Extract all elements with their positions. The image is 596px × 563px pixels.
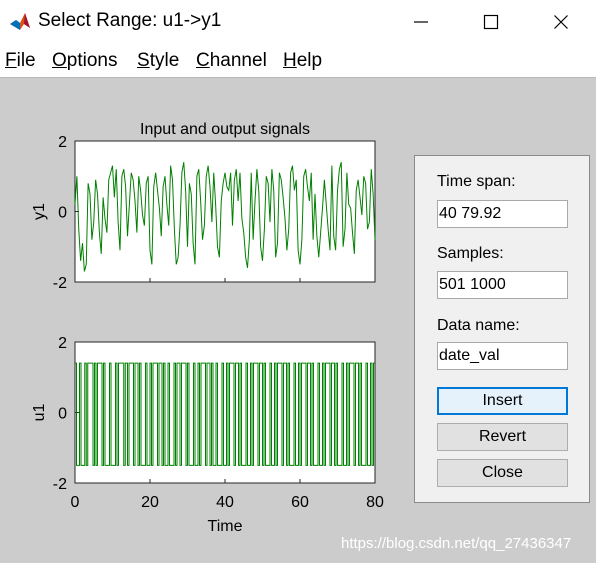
x-tick-label: 80: [366, 494, 384, 511]
y-tick-label: 2: [58, 335, 67, 352]
y-tick-label: -2: [53, 476, 67, 493]
samples-label: Samples:: [437, 245, 504, 262]
revert-button[interactable]: Revert: [437, 423, 568, 451]
menu-bar: File Options Style Channel Help: [0, 44, 596, 78]
window-title: Select Range: u1->y1: [38, 10, 222, 31]
range-control-panel: Time span: 40 79.92 Samples: 501 1000 Da…: [414, 155, 590, 503]
y-tick-label: 2: [58, 134, 67, 151]
y-tick-label: -2: [53, 275, 67, 292]
time-span-label: Time span:: [437, 173, 516, 190]
x-tick-label: 40: [216, 494, 234, 511]
menu-options[interactable]: Options: [52, 50, 117, 72]
minimize-button[interactable]: [386, 0, 456, 44]
plot-area: Input and output signals y1 -2 0 2 u1 Time…: [0, 78, 405, 563]
u1-axis-label: u1: [31, 404, 48, 422]
x-axis-label: Time: [208, 518, 243, 535]
close-button[interactable]: Close: [437, 459, 568, 487]
watermark-text: https://blog.csdn.net/qq_27436347: [341, 535, 572, 552]
title-bar: Select Range: u1->y1: [0, 0, 596, 44]
menu-help[interactable]: Help: [283, 50, 322, 72]
matlab-logo-icon: [9, 11, 31, 33]
chart-title: Input and output signals: [140, 121, 310, 138]
x-tick-label: 20: [141, 494, 159, 511]
time-span-field[interactable]: 40 79.92: [437, 200, 568, 228]
menu-file[interactable]: File: [5, 50, 36, 72]
minimize-icon: [414, 21, 428, 23]
samples-field[interactable]: 501 1000: [437, 271, 568, 299]
data-name-field[interactable]: date_val: [437, 342, 568, 370]
axes-y1[interactable]: Input and output signals y1 -2 0 2: [31, 121, 376, 292]
close-window-button[interactable]: [526, 0, 596, 44]
data-name-label: Data name:: [437, 317, 520, 334]
y-tick-label: 0: [58, 406, 67, 423]
x-tick-label: 60: [291, 494, 309, 511]
y-tick-label: 0: [58, 205, 67, 222]
signals-figure: Input and output signals y1 -202 u1 Time…: [31, 121, 384, 535]
x-tick-label: 0: [71, 494, 80, 511]
y1-axis-label: y1: [31, 203, 48, 220]
close-icon: [554, 15, 568, 29]
axes-y1-box: [74, 140, 376, 283]
insert-button[interactable]: Insert: [437, 387, 568, 415]
maximize-button[interactable]: [456, 0, 526, 44]
maximize-icon: [483, 14, 499, 30]
menu-style[interactable]: Style: [137, 50, 179, 72]
menu-channel[interactable]: Channel: [196, 50, 267, 72]
axes-u1[interactable]: u1 Time -2020 20 40 60 80: [31, 335, 384, 535]
